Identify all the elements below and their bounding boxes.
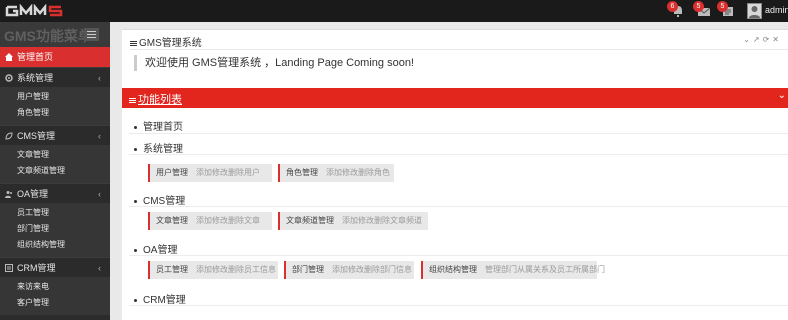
function-list-panel: 功能列表 ⌄ 管理首页 系统管理 用户管理 添加修改删除用户 角色管理 添加修改删除… — [122, 88, 788, 320]
divider — [130, 49, 788, 50]
divider — [129, 255, 788, 256]
welcome-panel-title-text: GMS管理系统 — [139, 38, 202, 49]
welcome-panel-title: GMS管理系统 — [130, 34, 202, 49]
sidebar-submenu-system: 用户管理 角色管理 — [0, 87, 110, 125]
sidebar-item-label: 管理首页 — [17, 52, 54, 62]
divider — [129, 154, 788, 155]
top-bar: 6 5 5 admin — [0, 0, 788, 22]
card-name: 员工管理 — [156, 265, 188, 274]
function-card-employees[interactable]: 员工管理 添加修改删除员工信息 — [148, 261, 278, 279]
card-name: 用户管理 — [156, 168, 188, 177]
avatar[interactable] — [747, 3, 762, 19]
bell-icon[interactable]: 6 — [667, 1, 686, 18]
main-content: GMS管理系统 ⌄↗⟳✕ 欢迎使用 GMS管理系统 ，Landing Page … — [110, 22, 788, 320]
sidebar-item-label: CMS管理 — [17, 131, 55, 141]
chevron-down-icon[interactable]: ⌄ — [778, 90, 786, 101]
chevron-left-icon: ‹ — [98, 189, 101, 199]
card-name: 组织结构管理 — [429, 265, 477, 274]
function-card-roles[interactable]: 角色管理 添加修改删除角色 — [278, 164, 394, 182]
users-icon — [5, 191, 12, 198]
sidebar-subitem-org-structure[interactable]: 组织结构管理 — [0, 237, 110, 253]
gms-logo — [5, 4, 63, 17]
task-icon[interactable]: 5 — [717, 1, 736, 18]
section-title: CRM管理 — [134, 291, 186, 306]
function-list-title[interactable]: 功能列表 — [129, 91, 182, 107]
sidebar-subitem-visits-calls[interactable]: 来访来电 — [0, 279, 110, 295]
sidebar-subitem-customers[interactable]: 客户管理 — [0, 295, 110, 311]
function-card-article-channels[interactable]: 文章频道管理 添加修改删除文章频道 — [278, 212, 428, 230]
gear-icon — [5, 74, 13, 82]
function-card-articles[interactable]: 文章管理 添加修改删除文章 — [148, 212, 272, 230]
notification-count-badge: 6 — [667, 1, 678, 12]
card-name: 角色管理 — [286, 168, 318, 177]
section-title: CMS管理 — [134, 192, 185, 207]
card-desc: 添加修改删除员工信息 — [196, 265, 276, 274]
divider — [129, 305, 788, 306]
sidebar-subitem-employees[interactable]: 员工管理 — [0, 205, 110, 221]
sidebar-header: GMS功能菜单 — [0, 22, 110, 47]
card-desc: 添加修改删除部门信息 — [332, 265, 412, 274]
sidebar-subitem-departments[interactable]: 部门管理 — [0, 221, 110, 237]
sidebar-subitem-articles[interactable]: 文章管理 — [0, 147, 110, 163]
card-name: 文章管理 — [156, 216, 188, 225]
card-desc: 添加修改删除角色 — [326, 168, 390, 177]
sidebar-submenu-crm: 来访来电 客户管理 — [0, 277, 110, 315]
section-title: 系统管理 — [134, 140, 183, 155]
function-card-org-structure[interactable]: 组织结构管理 管理部门从属关系及员工所属部门 — [421, 261, 605, 279]
leaf-icon — [5, 132, 13, 140]
envelope-icon[interactable]: 5 — [693, 1, 712, 18]
welcome-message: 欢迎使用 GMS管理系统 ，Landing Page Coming soon! — [134, 55, 414, 71]
sidebar-submenu-oa: 员工管理 部门管理 组织结构管理 — [0, 203, 110, 257]
sidebar-item-system[interactable]: 系统管理 ‹ — [0, 67, 110, 87]
card-desc: 添加修改删除用户 — [196, 168, 260, 177]
username-label[interactable]: admin — [765, 5, 788, 15]
function-list-header: 功能列表 ⌄ — [122, 88, 788, 108]
sidebar-submenu-cms: 文章管理 文章频道管理 — [0, 145, 110, 183]
task-count-badge: 5 — [717, 1, 728, 12]
sidebar-subitem-users[interactable]: 用户管理 — [0, 89, 110, 105]
chevron-left-icon: ‹ — [98, 73, 101, 83]
welcome-panel: GMS管理系统 ⌄↗⟳✕ 欢迎使用 GMS管理系统 ，Landing Page … — [122, 29, 788, 95]
menu-toggle-button[interactable] — [84, 28, 99, 41]
function-card-departments[interactable]: 部门管理 添加修改删除部门信息 — [284, 261, 414, 279]
sidebar-item-label: CRM管理 — [17, 263, 56, 273]
list-icon — [5, 264, 13, 272]
panel-controls[interactable]: ⌄↗⟳✕ — [743, 35, 782, 44]
divider — [129, 133, 788, 134]
sidebar-item-home[interactable]: 管理首页 — [0, 47, 110, 67]
sidebar-item-label: 系统管理 — [17, 73, 54, 83]
sidebar-item-crm[interactable]: CRM管理 ‹ — [0, 257, 110, 277]
section-title: 管理首页 — [134, 118, 183, 133]
card-desc: 添加修改删除文章 — [196, 216, 260, 225]
chevron-left-icon: ‹ — [98, 263, 101, 273]
card-desc: 管理部门从属关系及员工所属部门 — [485, 265, 605, 274]
function-card-users[interactable]: 用户管理 添加修改删除用户 — [148, 164, 272, 182]
sidebar-subitem-article-channels[interactable]: 文章频道管理 — [0, 163, 110, 179]
chevron-left-icon: ‹ — [98, 131, 101, 141]
sidebar-item-oa[interactable]: OA管理 ‹ — [0, 183, 110, 203]
function-list-title-text: 功能列表 — [138, 94, 182, 106]
divider — [129, 206, 788, 207]
card-name: 文章频道管理 — [286, 216, 334, 225]
message-count-badge: 5 — [693, 1, 704, 12]
sidebar-title: GMS功能菜单 — [4, 28, 92, 44]
sidebar-item-cms[interactable]: CMS管理 ‹ — [0, 125, 110, 145]
sidebar-subitem-roles[interactable]: 角色管理 — [0, 105, 110, 121]
card-desc: 添加修改删除文章频道 — [342, 216, 422, 225]
menu-bars-icon — [130, 40, 137, 47]
menu-bars-icon — [129, 97, 136, 104]
card-name: 部门管理 — [292, 265, 324, 274]
sidebar-item-label: OA管理 — [17, 189, 49, 199]
sidebar: GMS功能菜单 管理首页 系统管理 ‹ 用户管理 角色管理 CMS管理 ‹ 文章… — [0, 22, 110, 320]
home-icon — [5, 53, 13, 61]
section-title: OA管理 — [134, 241, 177, 256]
